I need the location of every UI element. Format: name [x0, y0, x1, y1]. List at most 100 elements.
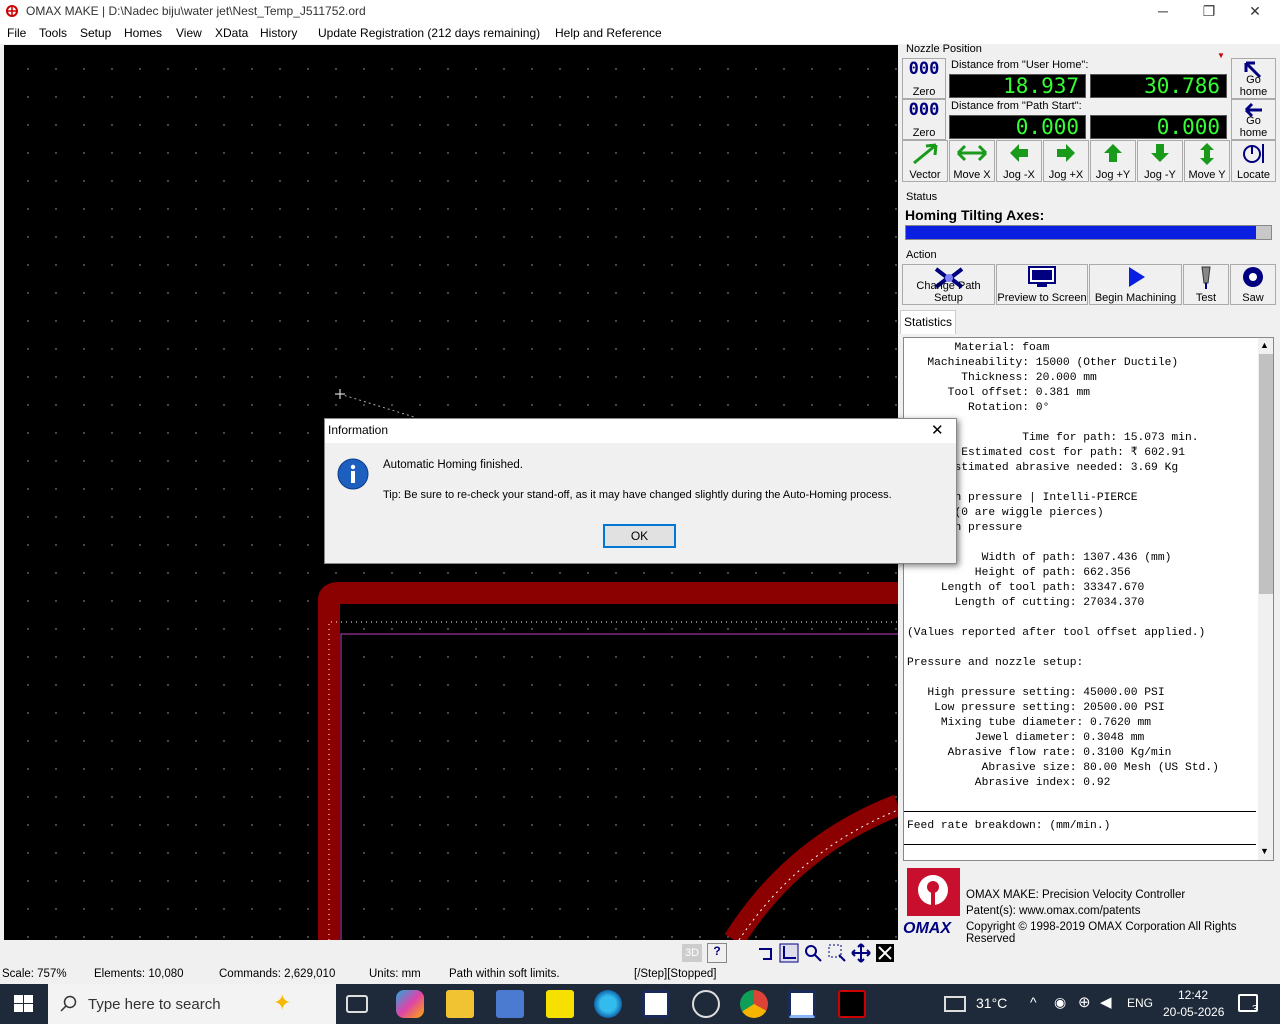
dialog-close-button[interactable]: ✕	[931, 421, 944, 439]
help-button[interactable]: ?	[707, 943, 727, 963]
temperature: 31°C	[976, 995, 1008, 1011]
edge-icon[interactable]	[594, 990, 622, 1018]
ok-button[interactable]: OK	[603, 524, 676, 548]
move-y-button[interactable]: Move Y	[1184, 140, 1230, 182]
saw-label: Saw	[1242, 292, 1264, 304]
rotate-view-icon[interactable]	[755, 943, 775, 963]
locate-button[interactable]: Locate	[1231, 140, 1276, 182]
zoom-icon[interactable]	[803, 943, 823, 963]
network-icon[interactable]: ◉	[1054, 994, 1066, 1011]
zero-label: Zero	[912, 86, 936, 98]
jog-minus-y-button[interactable]: Jog -Y	[1137, 140, 1183, 182]
tray-expand-icon[interactable]: ^	[1030, 994, 1037, 1010]
divider	[904, 811, 1256, 812]
saw-button[interactable]: Saw	[1230, 264, 1276, 305]
dropdown-arrow-icon[interactable]: ▼	[1217, 51, 1225, 60]
pan-icon[interactable]	[851, 943, 871, 963]
menu-file[interactable]: File	[7, 26, 26, 40]
app-icon	[6, 5, 18, 17]
zero-path-start-button[interactable]: 000 Zero	[902, 99, 946, 140]
dialog-title: Information	[328, 423, 389, 437]
status-state: [/Step][Stopped]	[634, 968, 717, 980]
clock-time[interactable]: 12:42	[1178, 988, 1208, 1002]
move-x-button[interactable]: Move X	[949, 140, 995, 182]
jog-minus-x-button[interactable]: Jog -X	[996, 140, 1042, 182]
clock-date[interactable]: 20-05-2026	[1163, 1005, 1224, 1019]
settings-circle-icon[interactable]	[692, 990, 720, 1018]
feed-rate-label: Feed rate breakdown: (mm/min.)	[907, 820, 1111, 832]
copilot-icon[interactable]	[396, 990, 424, 1018]
tab-statistics[interactable]: Statistics	[900, 310, 956, 334]
close-window-button[interactable]: ✕	[1232, 0, 1278, 22]
zero-icon: 000	[908, 59, 940, 79]
omax-make-taskbar-icon[interactable]	[788, 990, 816, 1018]
status-bar: Scale: 757% Elements: 10,080 Commands: 2…	[0, 966, 1280, 984]
omax-app-taskbar-icon[interactable]	[838, 990, 866, 1018]
search-icon	[60, 995, 77, 1012]
weather-icon[interactable]	[944, 996, 966, 1012]
globe-icon[interactable]: ⊕	[1078, 993, 1091, 1011]
info-icon	[337, 458, 369, 490]
menu-homes[interactable]: Homes	[124, 26, 162, 40]
go-home-path-start-button[interactable]: Go home	[1231, 99, 1276, 140]
notifications-count: 3	[1252, 1004, 1258, 1015]
calculator-icon[interactable]	[496, 990, 524, 1018]
locate-icon	[1242, 144, 1264, 163]
zero-user-home-button[interactable]: 000 Zero	[902, 58, 946, 99]
statistics-text: Material: foam Machineability: 15000 (Ot…	[907, 342, 1219, 789]
omax-logo-text: OMAX	[903, 920, 951, 937]
statistics-scrollbar[interactable]: ▲ ▼	[1258, 338, 1273, 860]
play-icon	[1128, 267, 1145, 287]
chrome-icon[interactable]	[740, 990, 768, 1018]
menu-update-registration[interactable]: Update Registration (212 days remaining)	[318, 26, 540, 40]
speaker-muted-icon[interactable]: ◀	[1100, 993, 1112, 1011]
dialog-message: Automatic Homing finished.	[383, 459, 523, 471]
jog-plus-y-button[interactable]: Jog +Y	[1090, 140, 1136, 182]
language-indicator[interactable]: ENG	[1127, 996, 1153, 1010]
begin-machining-label: Begin Machining	[1094, 292, 1177, 304]
fullscreen-icon[interactable]	[875, 943, 895, 963]
scroll-thumb[interactable]	[1259, 354, 1273, 594]
3d-view-button[interactable]: 3D	[682, 944, 702, 962]
nozzle-icon	[1201, 266, 1211, 289]
menu-view[interactable]: View	[176, 26, 202, 40]
app-window-icon[interactable]	[642, 990, 670, 1018]
menu-xdata[interactable]: XData	[215, 26, 248, 40]
jog-minus-x-label: Jog -X	[1003, 169, 1035, 181]
arrow-up-icon	[1104, 144, 1122, 162]
menu-setup[interactable]: Setup	[80, 26, 111, 40]
nozzle-position-label: Nozzle Position	[906, 43, 982, 55]
menu-tools[interactable]: Tools	[39, 26, 67, 40]
arrow-down-icon	[1151, 144, 1169, 162]
minimize-button[interactable]: ─	[1140, 0, 1186, 22]
menu-help[interactable]: Help and Reference	[555, 26, 662, 40]
menu-bar: File Tools Setup Homes View XData Histor…	[0, 22, 1280, 44]
saw-blade-icon	[1243, 267, 1263, 287]
windows-start-icon[interactable]	[14, 995, 34, 1013]
change-path-setup-button[interactable]: Change Path Setup	[902, 264, 995, 305]
taskbar: Type here to search ✦ 31°C ^ ◉ ⊕ ◀ ENG 1…	[0, 984, 1280, 1024]
scroll-down-icon[interactable]: ▼	[1260, 846, 1269, 856]
fit-view-icon[interactable]	[779, 943, 799, 963]
status-soft-limits: Path within soft limits.	[449, 968, 560, 980]
statistics-panel[interactable]: Material: foam Machineability: 15000 (Ot…	[903, 337, 1274, 861]
task-view-icon[interactable]	[346, 995, 368, 1013]
preview-to-screen-button[interactable]: Preview to Screen	[996, 264, 1088, 305]
vector-button[interactable]: Vector	[902, 140, 948, 182]
file-explorer-icon[interactable]	[446, 990, 474, 1018]
test-label: Test	[1195, 292, 1217, 304]
go-home-user-button[interactable]: Go home	[1231, 58, 1276, 99]
search-placeholder: Type here to search	[88, 996, 221, 1013]
arrow-up-down-icon	[1200, 143, 1214, 165]
arrow-diagonal-icon	[913, 143, 938, 165]
menu-history[interactable]: History	[260, 26, 297, 40]
zoom-box-icon[interactable]	[827, 943, 847, 963]
taskbar-search[interactable]: Type here to search ✦	[48, 984, 336, 1024]
maximize-button[interactable]: ❐	[1186, 0, 1232, 22]
path-start-x-readout: 0.000	[949, 115, 1086, 139]
sticky-notes-icon[interactable]	[546, 990, 574, 1018]
scroll-up-icon[interactable]: ▲	[1260, 340, 1269, 350]
jog-plus-x-button[interactable]: Jog +X	[1043, 140, 1089, 182]
begin-machining-button[interactable]: Begin Machining	[1089, 264, 1182, 305]
test-button[interactable]: Test	[1183, 264, 1229, 305]
